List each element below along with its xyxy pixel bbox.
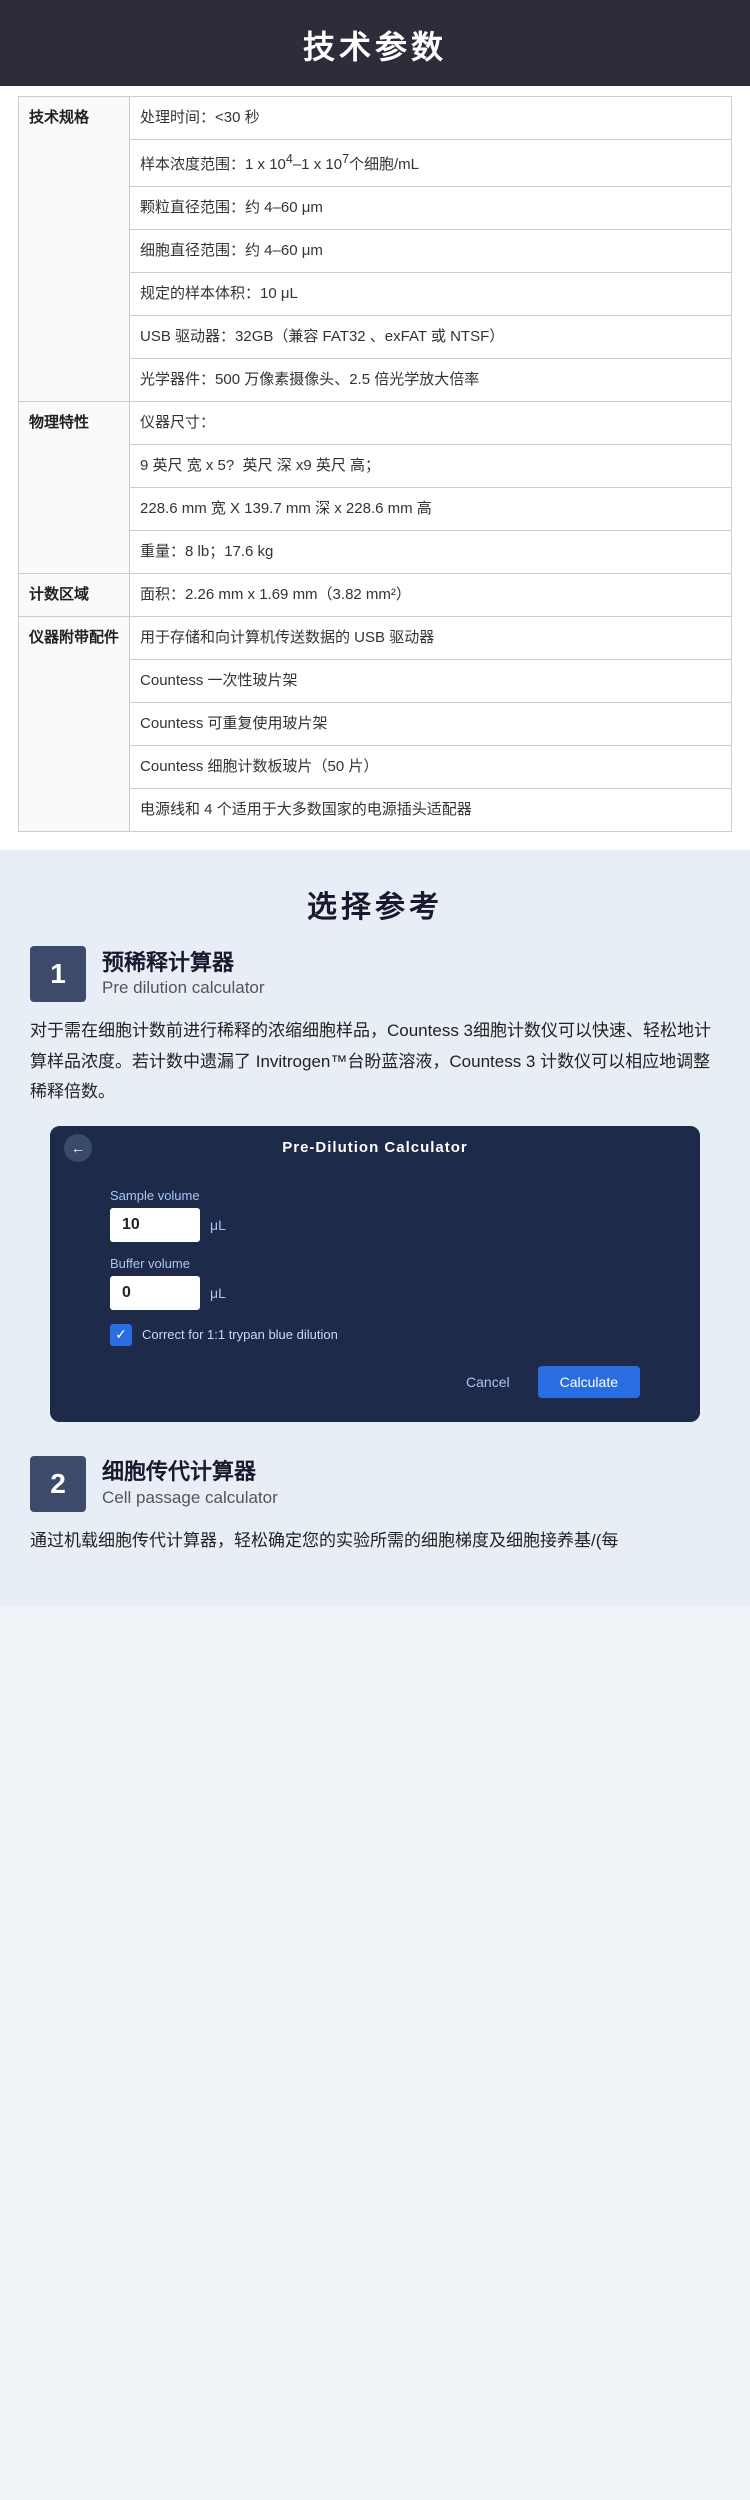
buffer-volume-unit: μL — [210, 1285, 226, 1301]
selection-section: 选择参考 1 预稀释计算器 Pre dilution calculator 对于… — [0, 850, 750, 1606]
checkbox-row: ✓ Correct for 1:1 trypan blue dilution — [110, 1324, 640, 1346]
cancel-button[interactable]: Cancel — [448, 1366, 528, 1398]
physical-spec-value-3: 228.6 mm 宽 X 139.7 mm 深 x 228.6 mm 高 — [130, 488, 732, 531]
feature-desc-1: 对于需在细胞计数前进行稀释的浓缩细胞样品，Countess 3细胞计数仪可以快速… — [30, 1016, 720, 1126]
feature-desc-2: 通过机载细胞传代计算器，轻松确定您的实验所需的细胞梯度及细胞接养基/(每 — [30, 1526, 720, 1567]
sample-volume-label: Sample volume — [110, 1188, 640, 1203]
accessory-value-5: 电源线和 4 个适用于大多数国家的电源插头适配器 — [130, 789, 732, 832]
calc-topbar: ← Pre-Dilution Calculator — [50, 1126, 700, 1170]
table-row: 物理特性 仪器尺寸： — [19, 402, 732, 445]
highlight-countess3: Countess 3 — [387, 1021, 473, 1040]
buffer-volume-label: Buffer volume — [110, 1256, 640, 1271]
feature-title-row-2: 2 细胞传代计算器 Cell passage calculator — [30, 1456, 720, 1512]
physical-spec-value-2: 9 英尺 宽 x 5? 英尺 深 x9 英尺 高； — [130, 445, 732, 488]
table-row: 技术规格 处理时间：<30 秒 — [19, 97, 732, 140]
buffer-volume-row: 0 μL — [110, 1276, 640, 1310]
tech-header: 技术参数 — [0, 0, 750, 86]
sample-volume-input[interactable]: 10 — [110, 1208, 200, 1242]
feature-title-zh-2: 细胞传代计算器 — [102, 1458, 278, 1487]
feature-title-zh-1: 预稀释计算器 — [102, 949, 265, 978]
tech-spec-value-4: 细胞直径范围：约 4–60 μm — [130, 230, 732, 273]
feature-title-text-1: 预稀释计算器 Pre dilution calculator — [102, 949, 265, 1000]
calc-body: Sample volume 10 μL Buffer volume 0 μL ✓… — [50, 1170, 700, 1422]
tech-params-section: 技术参数 技术规格 处理时间：<30 秒 样本浓度范围：1 x 104–1 x … — [0, 0, 750, 850]
counting-area-value: 面积：2.26 mm x 1.69 mm（3.82 mm²） — [130, 574, 732, 617]
feature-title-text-2: 细胞传代计算器 Cell passage calculator — [102, 1458, 278, 1509]
feature-item-1: 1 预稀释计算器 Pre dilution calculator 对于需在细胞计… — [0, 946, 750, 1456]
feature-title-en-2: Cell passage calculator — [102, 1487, 278, 1509]
tech-table-wrapper: 技术规格 处理时间：<30 秒 样本浓度范围：1 x 104–1 x 107个细… — [0, 86, 750, 850]
calc-title: Pre-Dilution Calculator — [92, 1139, 658, 1156]
counting-area-label: 计数区域 — [19, 574, 130, 617]
tech-spec-value-1: 处理时间：<30 秒 — [130, 97, 732, 140]
tech-spec-value-3: 颗粒直径范围：约 4–60 μm — [130, 187, 732, 230]
feature-title-en-1: Pre dilution calculator — [102, 977, 265, 999]
checkbox-label: Correct for 1:1 trypan blue dilution — [142, 1327, 338, 1342]
tech-spec-value-6: USB 驱动器：32GB（兼容 FAT32 、exFAT 或 NTSF） — [130, 316, 732, 359]
selection-header: 选择参考 — [0, 850, 750, 946]
tech-spec-value-5: 规定的样本体积：10 μL — [130, 273, 732, 316]
accessory-value-3: Countess 可重复使用玻片架 — [130, 703, 732, 746]
tech-table: 技术规格 处理时间：<30 秒 样本浓度范围：1 x 104–1 x 107个细… — [18, 96, 732, 832]
feature-number-2: 2 — [30, 1456, 86, 1512]
physical-spec-value-1: 仪器尺寸： — [130, 402, 732, 445]
sample-volume-row: 10 μL — [110, 1208, 640, 1242]
selection-title: 选择参考 — [0, 882, 750, 926]
tech-spec-label: 技术规格 — [19, 97, 130, 402]
feature-number-1: 1 — [30, 946, 86, 1002]
accessory-value-2: Countess 一次性玻片架 — [130, 660, 732, 703]
feature-item-2: 2 细胞传代计算器 Cell passage calculator 通过机载细胞… — [0, 1456, 750, 1577]
physical-spec-label: 物理特性 — [19, 402, 130, 574]
accessory-value-1: 用于存储和向计算机传送数据的 USB 驱动器 — [130, 617, 732, 660]
calc-buttons: Cancel Calculate — [110, 1366, 640, 1398]
calculate-button[interactable]: Calculate — [538, 1366, 640, 1398]
accessories-label: 仪器附带配件 — [19, 617, 130, 832]
tech-spec-value-7: 光学器件：500 万像素摄像头、2.5 倍光学放大倍率 — [130, 359, 732, 402]
table-row: 计数区域 面积：2.26 mm x 1.69 mm（3.82 mm²） — [19, 574, 732, 617]
calc-back-button[interactable]: ← — [64, 1134, 92, 1162]
trypan-blue-checkbox[interactable]: ✓ — [110, 1324, 132, 1346]
sample-volume-unit: μL — [210, 1217, 226, 1233]
accessory-value-4: Countess 细胞计数板玻片（50 片） — [130, 746, 732, 789]
tech-title: 技术参数 — [0, 22, 750, 68]
table-row: 仪器附带配件 用于存储和向计算机传送数据的 USB 驱动器 — [19, 617, 732, 660]
buffer-volume-input[interactable]: 0 — [110, 1276, 200, 1310]
tech-spec-value-2: 样本浓度范围：1 x 104–1 x 107个细胞/mL — [130, 140, 732, 187]
feature-title-row-1: 1 预稀释计算器 Pre dilution calculator — [30, 946, 720, 1002]
pre-dilution-calculator: ← Pre-Dilution Calculator Sample volume … — [50, 1126, 700, 1422]
physical-spec-value-4: 重量：8 lb；17.6 kg — [130, 531, 732, 574]
